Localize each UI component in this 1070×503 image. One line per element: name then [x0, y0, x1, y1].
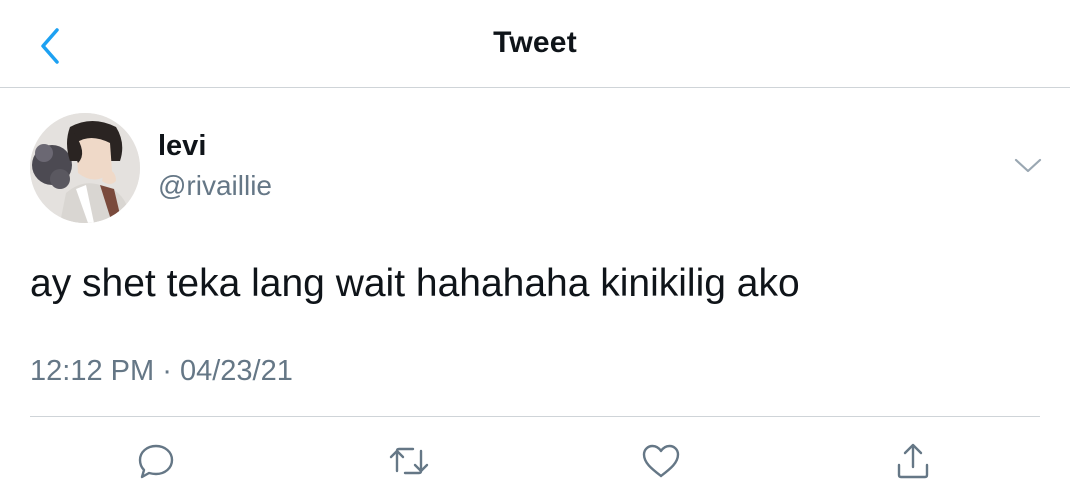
author-display-name[interactable]: levi [158, 130, 206, 163]
tweet-time: 12:12 PM [30, 355, 155, 387]
retweet-icon [389, 447, 429, 475]
divider [30, 416, 1040, 417]
comment-icon [138, 444, 174, 479]
tweet-options-button[interactable] [1010, 152, 1046, 180]
tweet-date: 04/23/21 [179, 355, 293, 387]
share-button[interactable] [890, 438, 936, 484]
share-icon [897, 443, 929, 479]
avatar-image [30, 113, 140, 223]
reply-button[interactable] [133, 438, 179, 484]
author-handle[interactable]: @rivaillie [158, 170, 272, 202]
tweet-text: ay shet teka lang wait hahahaha kinikili… [30, 262, 800, 305]
avatar[interactable] [30, 113, 140, 223]
page-title: Tweet [493, 26, 577, 59]
tweet-timestamp: 12:12 PM · 04/23/21 [30, 355, 293, 388]
heart-icon [642, 444, 680, 478]
like-button[interactable] [638, 438, 684, 484]
chevron-down-icon [1014, 158, 1042, 173]
separator-dot: · [162, 355, 172, 387]
top-bar: Tweet [0, 0, 1070, 88]
retweet-button[interactable] [386, 438, 432, 484]
